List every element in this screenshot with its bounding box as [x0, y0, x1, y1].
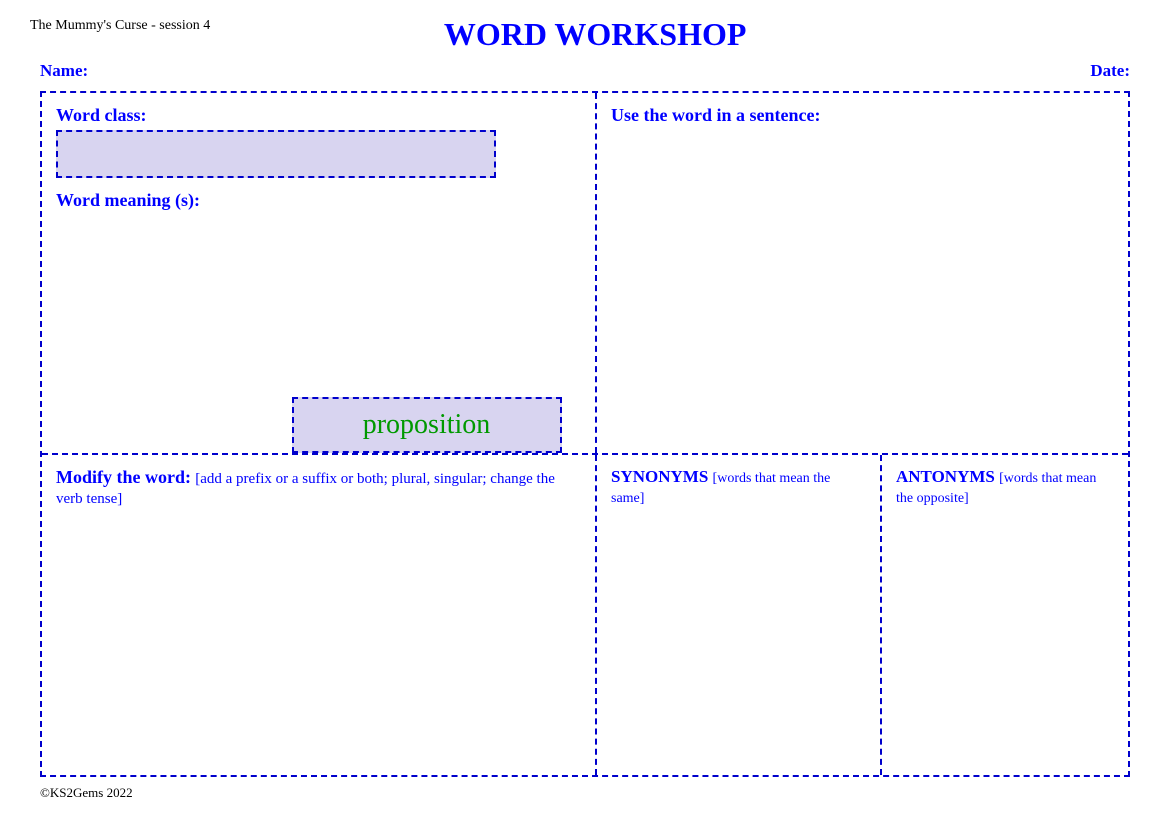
- page: The Mummy's Curse - session 4 WORD WORKS…: [0, 0, 1170, 827]
- session-title: The Mummy's Curse - session 4: [30, 18, 210, 34]
- left-panel: Word class: Word meaning (s): propositio…: [42, 93, 597, 453]
- proposition-box: proposition: [292, 397, 562, 453]
- proposition-word: proposition: [363, 409, 491, 440]
- modify-panel: Modify the word: [add a prefix or a suff…: [42, 455, 597, 775]
- name-date-row: Name: Date:: [30, 61, 1140, 81]
- main-grid: Word class: Word meaning (s): propositio…: [40, 91, 1130, 777]
- word-meaning-label: Word meaning (s):: [56, 190, 581, 211]
- modify-main-label: Modify the word:: [56, 467, 191, 487]
- name-label: Name:: [40, 61, 88, 81]
- date-label: Date:: [1090, 61, 1130, 81]
- copyright: ©KS2Gems 2022: [40, 785, 1140, 801]
- workshop-title: WORD WORKSHOP: [210, 16, 980, 53]
- synonyms-main: SYNONYMS: [611, 467, 708, 486]
- synonyms-panel: SYNONYMS [words that mean the same]: [597, 455, 882, 775]
- word-class-label: Word class:: [56, 105, 581, 126]
- synonyms-label: SYNONYMS [words that mean the same]: [611, 467, 866, 507]
- bottom-row: Modify the word: [add a prefix or a suff…: [42, 455, 1128, 775]
- use-in-sentence-label: Use the word in a sentence:: [611, 105, 1114, 126]
- antonyms-label: ANTONYMS [words that mean the opposite]: [896, 467, 1114, 507]
- antonyms-panel: ANTONYMS [words that mean the opposite]: [882, 455, 1128, 775]
- modify-label: Modify the word: [add a prefix or a suff…: [56, 467, 581, 508]
- word-class-box[interactable]: [56, 130, 496, 178]
- proposition-area: proposition: [292, 397, 562, 453]
- header-bar: The Mummy's Curse - session 4 WORD WORKS…: [30, 18, 1140, 53]
- antonyms-main: ANTONYMS: [896, 467, 995, 486]
- top-row: Word class: Word meaning (s): propositio…: [42, 93, 1128, 455]
- right-panel: Use the word in a sentence:: [597, 93, 1128, 453]
